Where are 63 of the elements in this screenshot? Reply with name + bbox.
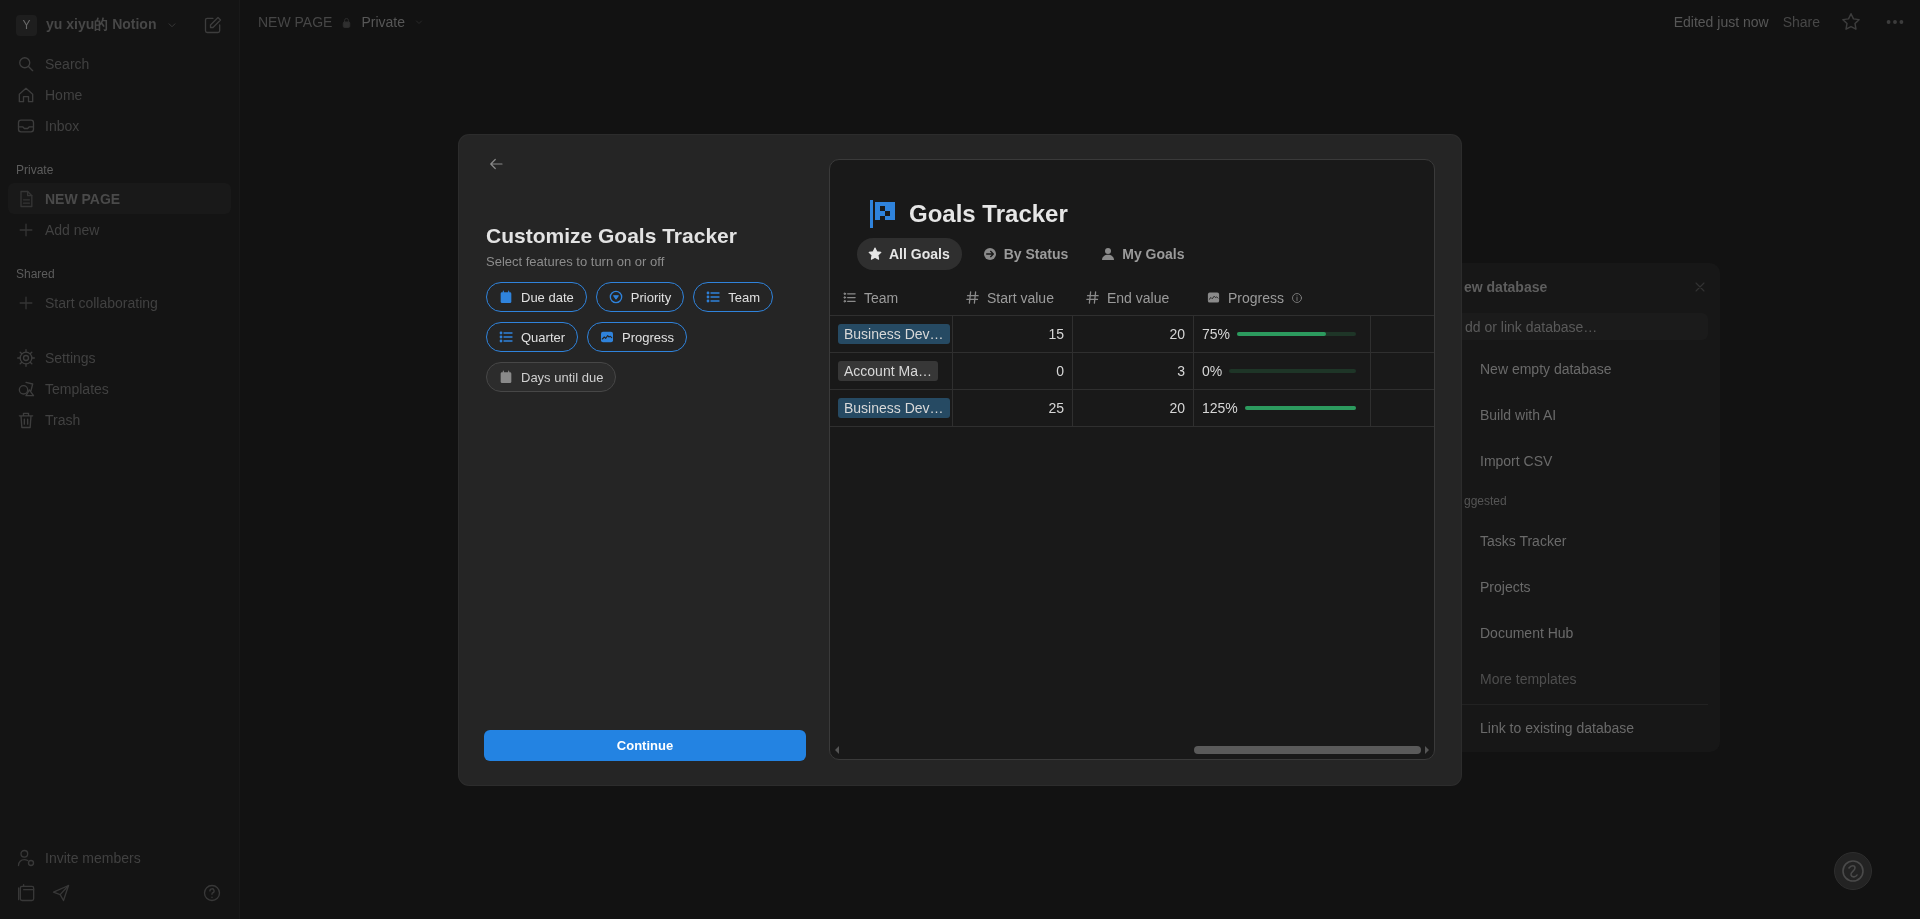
column-header[interactable]: Progress — [1228, 289, 1285, 306]
new-page-icon — [203, 15, 223, 35]
dialog-title: Customize Goals Tracker — [486, 224, 738, 248]
chart-icon — [1206, 290, 1221, 305]
assistant-button[interactable] — [1834, 852, 1872, 890]
table-cell: 0 — [1056, 363, 1064, 379]
favorite-star-icon[interactable] — [1840, 11, 1862, 33]
progress-reading: 75% — [1202, 326, 1231, 342]
calendar-icon — [498, 289, 514, 305]
menu-item[interactable]: Build with AI — [1461, 392, 1708, 438]
priority-icon — [607, 289, 624, 305]
list-icon — [842, 290, 857, 305]
list-icon — [705, 289, 722, 305]
menu-item[interactable]: Import CSV — [1461, 438, 1708, 484]
section-label: Shared — [15, 267, 56, 281]
person-icon — [1100, 246, 1117, 262]
person-plus-icon — [16, 847, 36, 868]
table-cell: 20 — [1169, 400, 1185, 416]
star-icon — [867, 246, 883, 262]
face-icon — [1841, 859, 1865, 883]
column-header[interactable]: Team — [864, 289, 899, 306]
view-tab[interactable]: My Goals — [1090, 238, 1197, 270]
column-header[interactable]: Start value — [987, 289, 1054, 306]
dialog-subtitle: Select features to turn on or off — [486, 254, 666, 269]
hash-icon — [965, 290, 980, 305]
section-label: ggested — [1463, 493, 1508, 510]
menu-item[interactable]: New empty database — [1461, 346, 1708, 392]
preview-title: Goals Tracker — [909, 200, 1068, 228]
team-tag: Account Ma… — [838, 361, 938, 381]
flag-icon — [870, 200, 896, 228]
calendar-icon — [17, 883, 37, 903]
view-tab[interactable]: By Status — [971, 238, 1081, 270]
section-label: Private — [15, 163, 55, 177]
progress-reading: 125% — [1202, 400, 1238, 416]
menu-item[interactable]: Document Hub — [1461, 610, 1708, 656]
info-icon — [1291, 291, 1304, 304]
table-cell: 25 — [1048, 400, 1064, 416]
table-cell: 3 — [1177, 363, 1185, 379]
view-tab[interactable]: All Goals — [857, 238, 962, 270]
send-icon — [51, 883, 71, 903]
continue-button[interactable]: Continue — [484, 730, 806, 761]
progress-reading: 0% — [1202, 363, 1223, 379]
privacy-label[interactable]: Private — [361, 14, 405, 30]
feature-chip[interactable]: Days until due — [486, 362, 617, 392]
team-tag: Business Dev… — [838, 324, 950, 344]
team-tag: Business Dev… — [838, 398, 950, 418]
settings-icon — [16, 347, 36, 368]
edited-status: Edited just now — [1673, 14, 1769, 30]
panel-title: ew database — [1464, 279, 1548, 295]
table-cell: 15 — [1048, 326, 1064, 342]
hash-icon — [1085, 290, 1100, 305]
workspace-avatar: Y — [16, 14, 37, 36]
table-cell: 20 — [1169, 326, 1185, 342]
column-header[interactable]: End value — [1107, 289, 1170, 306]
menu-item[interactable]: Projects — [1461, 564, 1708, 610]
search-field[interactable]: dd or link database… — [1461, 313, 1708, 340]
menu-item[interactable]: Tasks Tracker — [1461, 518, 1708, 564]
list-icon — [498, 329, 514, 345]
chart-icon — [599, 329, 616, 345]
calendar-icon — [498, 369, 514, 385]
help-icon — [202, 883, 222, 903]
menu-item[interactable]: Link to existing database — [1461, 705, 1708, 751]
arrow-circle-icon — [981, 246, 998, 262]
